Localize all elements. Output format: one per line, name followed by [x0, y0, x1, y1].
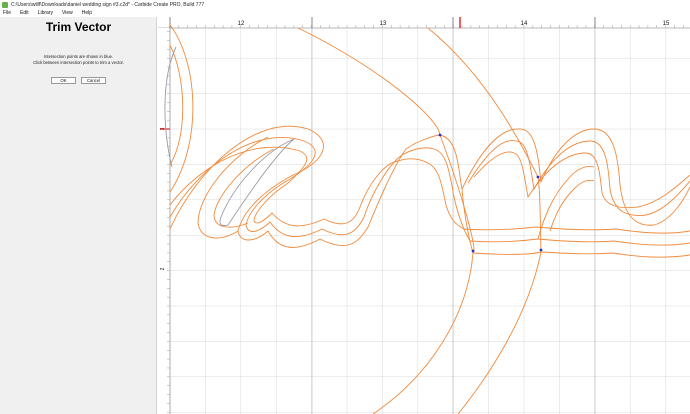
n-middle [467, 140, 690, 216]
intersection-point [536, 175, 540, 179]
ruler-label-15: 15 [663, 21, 670, 27]
panel-title: Trim Vector [45, 20, 112, 34]
title-bar: C:\Users\willf\Downloads\daniel wedding … [0, 0, 690, 9]
panel-instruction-1: Intersection points are shown in blue. [43, 54, 114, 59]
outline-outer [169, 125, 690, 258]
ok-button[interactable]: OK [51, 77, 76, 84]
menu-file[interactable]: File [3, 10, 11, 16]
intersection-point [539, 248, 543, 252]
outline-inner [169, 146, 690, 234]
ruler-label-14: 14 [521, 21, 528, 27]
lettering-outlines[interactable] [169, 125, 690, 258]
ruler-label-2: 2 [160, 267, 166, 270]
menu-view[interactable]: View [62, 10, 73, 16]
menu-edit[interactable]: Edit [20, 10, 29, 16]
trim-vector-panel: Trim Vector Intersection points are show… [0, 17, 157, 414]
intersection-point [438, 133, 442, 137]
menu-help[interactable]: Help [82, 10, 92, 16]
arc-left-inner [169, 44, 184, 166]
intersection-point [471, 249, 475, 253]
design-canvas[interactable]: 12 13 14 15 3 2 [158, 17, 690, 414]
n2-stem-inner [549, 179, 595, 232]
app-icon [2, 1, 8, 8]
panel-instruction-2: Click between intersection points to tri… [33, 60, 124, 65]
arc-center [297, 27, 475, 414]
arc-left-outer [169, 24, 194, 193]
vector-arcs[interactable] [169, 24, 542, 414]
cancel-button[interactable]: Cancel [81, 77, 106, 84]
canvas-svg[interactable]: 12 13 14 15 3 2 [158, 17, 690, 414]
n-inner [473, 151, 690, 209]
ruler-label-13: 13 [380, 21, 387, 27]
canvas-grid [170, 28, 690, 414]
menu-bar: File Edit Library View Help [0, 9, 690, 17]
window-title: C:\Users\willf\Downloads\daniel wedding … [11, 1, 205, 8]
ruler-ticks [167, 25, 684, 413]
left-ruler [158, 28, 170, 414]
menu-library[interactable]: Library [38, 10, 53, 16]
ruler-label-12: 12 [238, 21, 245, 27]
a-bowl-inner [213, 148, 275, 228]
